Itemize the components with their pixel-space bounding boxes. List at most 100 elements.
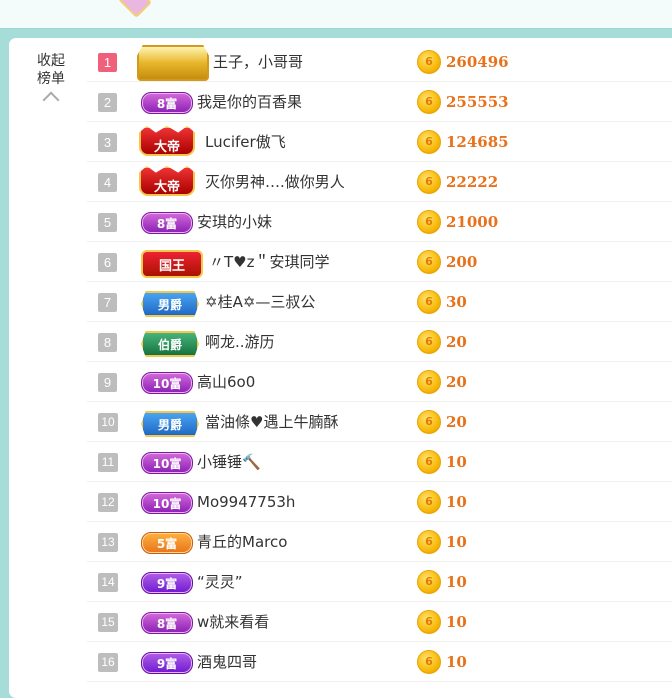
user-name[interactable]: Lucifer傲飞: [205, 132, 286, 152]
coin-icon: 6: [417, 250, 441, 274]
table-row[interactable]: 4 大帝 灭你男神….做你男人 6 22222: [87, 162, 672, 202]
rank-number: 11: [98, 453, 118, 472]
contribution-amount: 21000: [446, 213, 499, 231]
level-badge: 大帝: [139, 166, 195, 196]
contribution-amount: 20: [446, 413, 467, 431]
user-name[interactable]: 〃T♥z＂安琪同学: [209, 252, 329, 272]
collapse-list-button[interactable]: 收起 榜单: [33, 52, 69, 109]
contribution-amount: 30: [446, 293, 467, 311]
rank-number: 4: [98, 173, 117, 192]
level-badge: 大帝: [139, 126, 195, 156]
contribution-amount: 20: [446, 333, 467, 351]
table-row[interactable]: 8 伯爵 啊龙..游历 6 20: [87, 322, 672, 362]
table-row[interactable]: 15 8富 w就来看看 6 10: [87, 602, 672, 642]
rank-number: 1: [98, 53, 117, 72]
rank-number: 8: [98, 333, 117, 352]
level-badge: 男爵: [141, 291, 199, 317]
coin-icon: 6: [417, 130, 441, 154]
table-row[interactable]: 13 5富 青丘的Marco 6 10: [87, 522, 672, 562]
rank-number: 2: [98, 93, 117, 112]
user-name[interactable]: ✡桂A✡—三叔公: [205, 292, 315, 312]
contribution-amount: 10: [446, 453, 467, 471]
contribution-amount: 22222: [446, 173, 499, 191]
level-badge: 10富: [141, 492, 193, 514]
ranking-list: 1 王子，小哥哥 6 260496 2 8富 我是你的百香果 6 255553 3 大帝 Lucife…: [87, 42, 672, 682]
rank-number: 15: [98, 613, 118, 632]
level-badge: 男爵: [141, 411, 199, 437]
level-badge: 8富: [141, 212, 193, 234]
chevron-up-icon: [42, 91, 60, 109]
coin-icon: 6: [417, 530, 441, 554]
rank-number: 3: [98, 133, 117, 152]
coin-icon: 6: [417, 650, 441, 674]
level-badge: 国王: [141, 250, 203, 278]
coin-icon: 6: [417, 570, 441, 594]
user-name[interactable]: 灭你男神….做你男人: [205, 172, 345, 192]
table-row[interactable]: 6 国王 〃T♥z＂安琪同学 6 200: [87, 242, 672, 282]
user-name[interactable]: 青丘的Marco: [197, 532, 287, 552]
table-row[interactable]: 2 8富 我是你的百香果 6 255553: [87, 82, 672, 122]
table-row[interactable]: 1 王子，小哥哥 6 260496: [87, 42, 672, 82]
user-name[interactable]: 我是你的百香果: [197, 92, 302, 112]
top-bar: [0, 0, 672, 29]
table-row[interactable]: 7 男爵 ✡桂A✡—三叔公 6 30: [87, 282, 672, 322]
contribution-amount: 200: [446, 253, 478, 271]
table-row[interactable]: 5 8富 安琪的小妹 6 21000: [87, 202, 672, 242]
rank-number: 6: [98, 253, 117, 272]
table-row[interactable]: 14 9富 “灵灵” 6 10: [87, 562, 672, 602]
user-name[interactable]: w就来看看: [197, 612, 269, 632]
user-name[interactable]: 啊龙..游历: [205, 332, 275, 352]
level-badge: 9富: [141, 652, 193, 674]
level-badge: 9富: [141, 572, 193, 594]
rank-number: 10: [98, 413, 118, 432]
user-name[interactable]: 酒鬼四哥: [197, 652, 257, 672]
top-badge-icon: [118, 0, 152, 18]
contribution-amount: 10: [446, 573, 467, 591]
rank-number: 14: [98, 573, 118, 592]
contribution-amount: 10: [446, 653, 467, 671]
table-row[interactable]: 3 大帝 Lucifer傲飞 6 124685: [87, 122, 672, 162]
level-badge: 5富: [141, 532, 193, 554]
collapse-label-line1: 收起: [37, 53, 65, 69]
contribution-amount: 10: [446, 533, 467, 551]
contribution-amount: 20: [446, 373, 467, 391]
rank-number: 9: [98, 373, 117, 392]
coin-icon: 6: [417, 450, 441, 474]
level-badge: 伯爵: [141, 331, 199, 357]
level-badge: [137, 45, 209, 81]
user-name[interactable]: 小锤锤🔨: [197, 452, 261, 472]
user-name[interactable]: Mo9947753h: [197, 492, 295, 512]
rank-number: 12: [98, 493, 118, 512]
rank-number: 13: [98, 533, 118, 552]
rank-number: 5: [98, 213, 117, 232]
coin-icon: 6: [417, 210, 441, 234]
level-badge: 8富: [141, 92, 193, 114]
ranking-panel: 收起 榜单 1 王子，小哥哥 6 260496 2 8富 我是你的百香果 6 255553 3 大帝…: [9, 38, 672, 698]
table-row[interactable]: 9 10富 高山6o0 6 20: [87, 362, 672, 402]
table-row[interactable]: 16 9富 酒鬼四哥 6 10: [87, 642, 672, 682]
coin-icon: 6: [417, 330, 441, 354]
contribution-amount: 255553: [446, 93, 509, 111]
user-name[interactable]: 當油條♥遇上牛腩酥: [205, 412, 338, 432]
coin-icon: 6: [417, 610, 441, 634]
level-badge: 8富: [141, 612, 193, 634]
coin-icon: 6: [417, 50, 441, 74]
contribution-amount: 10: [446, 493, 467, 511]
contribution-amount: 260496: [446, 53, 509, 71]
rank-number: 7: [98, 293, 117, 312]
coin-icon: 6: [417, 490, 441, 514]
table-row[interactable]: 12 10富 Mo9947753h 6 10: [87, 482, 672, 522]
coin-icon: 6: [417, 410, 441, 434]
contribution-amount: 124685: [446, 133, 509, 151]
contribution-amount: 10: [446, 613, 467, 631]
level-badge: 10富: [141, 372, 193, 394]
collapse-label-line2: 榜单: [37, 71, 65, 87]
table-row[interactable]: 10 男爵 當油條♥遇上牛腩酥 6 20: [87, 402, 672, 442]
coin-icon: 6: [417, 370, 441, 394]
coin-icon: 6: [417, 90, 441, 114]
table-row[interactable]: 11 10富 小锤锤🔨 6 10: [87, 442, 672, 482]
user-name[interactable]: 王子，小哥哥: [213, 52, 303, 72]
user-name[interactable]: 高山6o0: [197, 372, 255, 392]
user-name[interactable]: 安琪的小妹: [197, 212, 272, 232]
user-name[interactable]: “灵灵”: [197, 572, 243, 592]
